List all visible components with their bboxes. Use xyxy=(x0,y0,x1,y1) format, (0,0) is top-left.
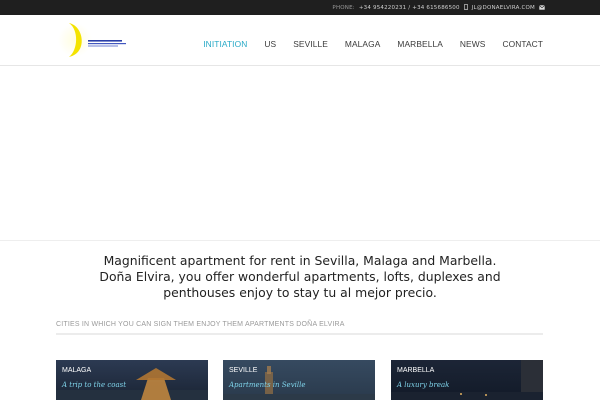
phone-numbers[interactable]: +34 954220231 / +34 615686500 xyxy=(359,5,460,11)
main-nav: INITIATION US SEVILLE MALAGA MARBELLA NE… xyxy=(186,39,543,49)
site-header: INITIATION US SEVILLE MALAGA MARBELLA NE… xyxy=(0,15,600,66)
email-link[interactable]: JL@DONAELVIRA.COM xyxy=(472,5,535,11)
malaga-image xyxy=(56,360,208,400)
card-tagline: A luxury break xyxy=(397,381,450,389)
contact-info: PHONE: +34 954220231 / +34 615686500 JL@… xyxy=(332,4,545,12)
card-title: MALAGA xyxy=(62,367,92,374)
nav-malaga[interactable]: MALAGA xyxy=(345,39,381,49)
intro-line-3: penthouses enjoy to stay tu al mejor pre… xyxy=(163,285,437,300)
nav-initiation[interactable]: INITIATION xyxy=(203,39,247,49)
intro-line-2: Doña Elvira, you offer wonderful apartme… xyxy=(99,269,501,284)
hero-slider-area xyxy=(0,66,600,240)
nav-seville[interactable]: SEVILLE xyxy=(293,39,328,49)
envelope-icon xyxy=(539,4,545,12)
city-card-marbella[interactable]: MARBELLA A luxury break xyxy=(391,360,543,400)
logo-graphic xyxy=(58,23,126,57)
card-title: MARBELLA xyxy=(397,367,435,374)
marbella-image xyxy=(391,360,543,400)
intro-line-1: Magnificent apartment for rent in Sevill… xyxy=(103,253,497,268)
intro-text: Magnificent apartment for rent in Sevill… xyxy=(60,253,540,301)
city-card-malaga[interactable]: MALAGA A trip to the coast xyxy=(56,360,208,400)
nav-us[interactable]: US xyxy=(264,39,276,49)
mobile-icon xyxy=(463,4,468,12)
cities-section-title: CITIES IN WHICH YOU CAN SIGN THEM ENJOY … xyxy=(56,321,345,328)
seville-image xyxy=(223,360,375,400)
card-tagline: A trip to the coast xyxy=(62,381,127,389)
city-card-seville[interactable]: SEVILLE Apartments in Seville xyxy=(223,360,375,400)
cities-divider xyxy=(56,333,543,335)
nav-news[interactable]: NEWS xyxy=(460,39,486,49)
hero-divider xyxy=(0,240,600,241)
nav-marbella[interactable]: MARBELLA xyxy=(397,39,442,49)
phone-label: PHONE: xyxy=(332,5,355,11)
card-tagline: Apartments in Seville xyxy=(229,381,306,389)
card-title: SEVILLE xyxy=(229,367,258,374)
site-logo[interactable] xyxy=(58,20,128,60)
top-bar: PHONE: +34 954220231 / +34 615686500 JL@… xyxy=(0,0,600,15)
nav-contact[interactable]: CONTACT xyxy=(502,39,543,49)
